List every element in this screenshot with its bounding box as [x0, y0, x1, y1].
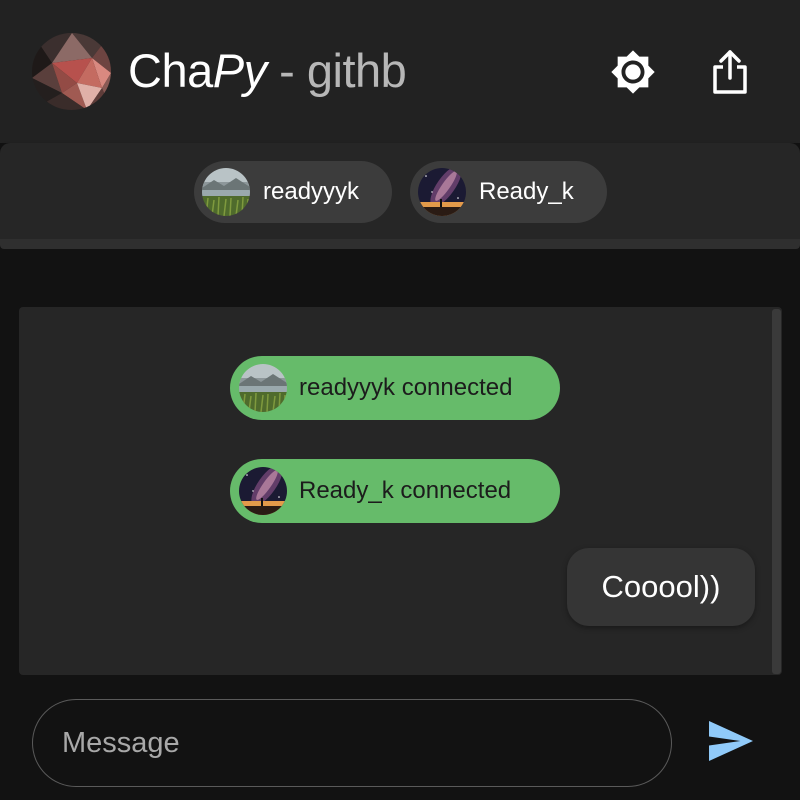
lake-landscape-avatar — [239, 364, 287, 412]
message-input[interactable] — [60, 700, 654, 787]
chat-scrollbar[interactable] — [772, 309, 781, 674]
app-title: ChaPy - githb — [128, 42, 407, 100]
app-title-py: Py — [212, 44, 267, 97]
send-button[interactable] — [700, 710, 762, 772]
milky-way-avatar — [239, 467, 287, 515]
brightness-icon — [611, 50, 655, 94]
connected-users-bar — [0, 143, 800, 240]
share-button[interactable] — [702, 44, 758, 100]
user-chip-readyyyk[interactable]: readyyyk — [194, 161, 392, 223]
send-icon — [709, 721, 753, 761]
connection-notice: readyyyk connected — [230, 356, 560, 420]
user-chip-label: Ready_k — [479, 178, 574, 205]
app-title-main: Cha — [128, 44, 213, 97]
message-input-container — [32, 699, 672, 787]
user-chip-label: readyyyk — [263, 178, 360, 205]
lake-landscape-avatar — [202, 168, 250, 216]
connection-notice-text: Ready_k connected — [299, 477, 512, 504]
connection-notice: Ready_k connected — [230, 459, 560, 523]
user-chip-ready-k[interactable]: Ready_k — [410, 161, 607, 223]
share-upload-icon — [713, 50, 747, 94]
app-logo — [32, 33, 111, 110]
app-title-separator: - — [266, 44, 307, 97]
connection-notice-text: readyyyk connected — [299, 374, 513, 401]
milky-way-avatar — [418, 168, 466, 216]
own-message-bubble: Cooool)) — [567, 548, 755, 626]
theme-toggle-button[interactable] — [605, 44, 661, 100]
repo-name: githb — [306, 44, 407, 97]
users-bar-divider — [0, 239, 800, 249]
